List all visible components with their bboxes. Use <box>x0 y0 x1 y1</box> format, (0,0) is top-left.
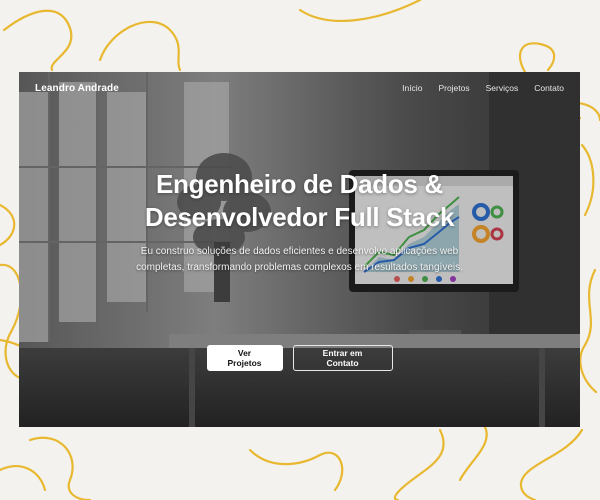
brand-logo-text[interactable]: Leandro Andrade <box>35 83 119 94</box>
nav-menu: Início Projetos Serviços Contato <box>402 83 564 93</box>
website-preview: Leandro Andrade Início Projetos Serviços… <box>19 72 580 427</box>
contact-button[interactable]: Entrar em Contato <box>292 345 393 371</box>
hero-title: Engenheiro de Dados & Desenvolvedor Full… <box>144 169 455 232</box>
hero-subtitle: Eu construo soluções de dados eficientes… <box>136 246 463 273</box>
view-projects-button[interactable]: Ver Projetos <box>206 345 283 371</box>
nav-item-projetos[interactable]: Projetos <box>438 83 469 93</box>
nav-item-inicio[interactable]: Início <box>402 83 422 93</box>
nav-item-servicos[interactable]: Serviços <box>486 83 519 93</box>
hero-actions: Ver Projetos Entrar em Contato <box>19 345 580 371</box>
hero-section: Engenheiro de Dados & Desenvolvedor Full… <box>19 168 580 276</box>
top-navigation: Leandro Andrade Início Projetos Serviços… <box>19 72 580 104</box>
nav-item-contato[interactable]: Contato <box>534 83 564 93</box>
